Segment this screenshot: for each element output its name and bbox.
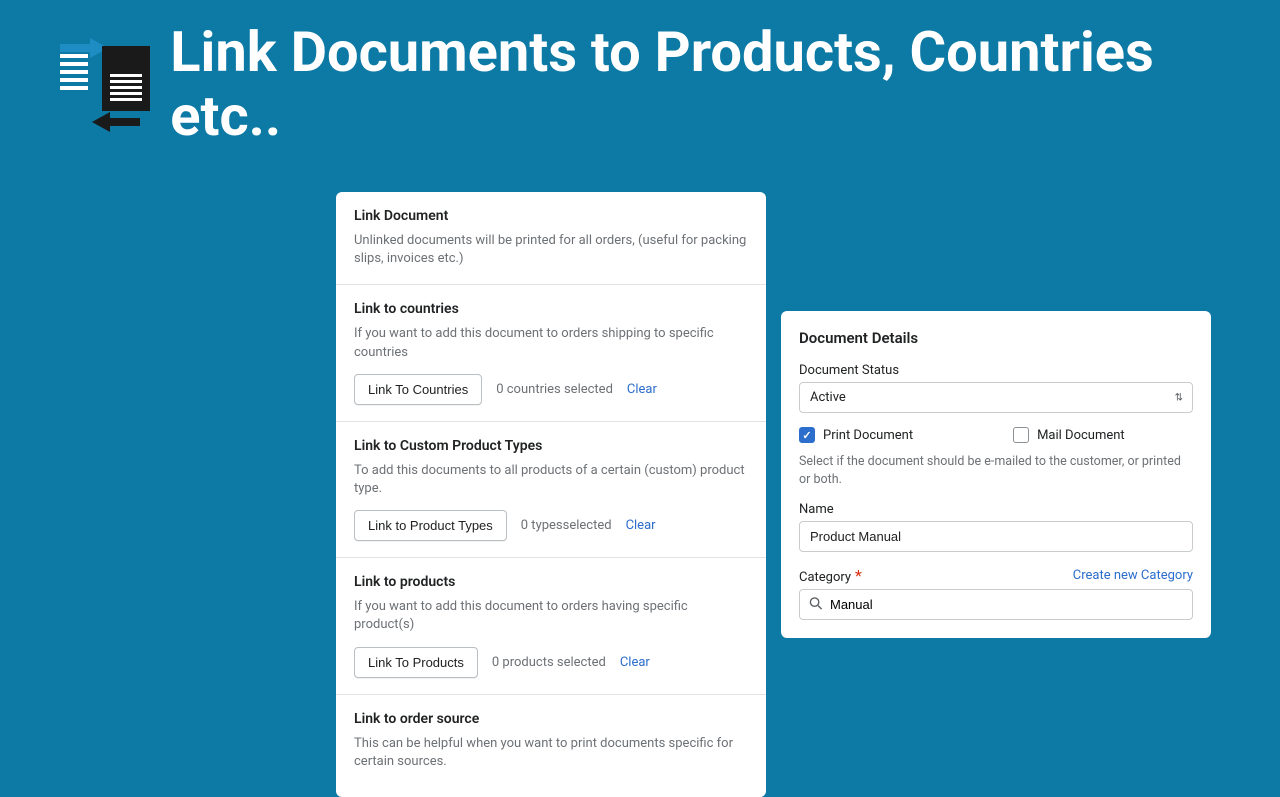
print-document-checkbox[interactable] (799, 427, 815, 443)
link-types-desc: To add this documents to all products of… (354, 462, 748, 498)
clear-types-link[interactable]: Clear (626, 518, 656, 533)
link-products-desc: If you want to add this document to orde… (354, 598, 748, 634)
page-title: Link Documents to Products, Countries et… (170, 20, 1220, 149)
document-details-heading: Document Details (799, 329, 1193, 347)
types-selected-status: 0 typesselected (521, 518, 612, 533)
search-icon (809, 595, 823, 614)
name-label: Name (799, 502, 1193, 517)
products-selected-status: 0 products selected (492, 655, 606, 670)
link-document-intro: Unlinked documents will be printed for a… (354, 232, 748, 268)
document-status-select[interactable]: Active (799, 382, 1193, 413)
mail-document-label: Mail Document (1037, 428, 1125, 443)
category-label: Category (799, 570, 851, 585)
link-products-title: Link to products (354, 574, 748, 590)
link-countries-title: Link to countries (354, 301, 748, 317)
link-document-panel: Link Document Unlinked documents will be… (336, 192, 766, 797)
clear-products-link[interactable]: Clear (620, 655, 650, 670)
link-countries-desc: If you want to add this document to orde… (354, 325, 748, 361)
link-types-title: Link to Custom Product Types (354, 438, 748, 454)
link-source-title: Link to order source (354, 711, 748, 727)
document-status-label: Document Status (799, 363, 1193, 378)
document-details-panel: Document Details Document Status Active … (781, 311, 1211, 638)
required-indicator: * (855, 566, 862, 585)
mail-document-checkbox[interactable] (1013, 427, 1029, 443)
create-new-category-link[interactable]: Create new Category (1073, 568, 1193, 583)
link-document-heading: Link Document (354, 208, 748, 224)
countries-selected-status: 0 countries selected (496, 382, 613, 397)
link-source-desc: This can be helpful when you want to pri… (354, 735, 748, 771)
link-to-products-button[interactable]: Link To Products (354, 647, 478, 678)
link-to-countries-button[interactable]: Link To Countries (354, 374, 482, 405)
name-input[interactable] (799, 521, 1193, 552)
app-logo-icon (60, 34, 145, 134)
print-document-label: Print Document (823, 428, 913, 443)
document-delivery-help: Select if the document should be e-maile… (799, 453, 1193, 488)
clear-countries-link[interactable]: Clear (627, 382, 657, 397)
link-to-product-types-button[interactable]: Link to Product Types (354, 510, 507, 541)
category-search-input[interactable] (799, 589, 1193, 620)
